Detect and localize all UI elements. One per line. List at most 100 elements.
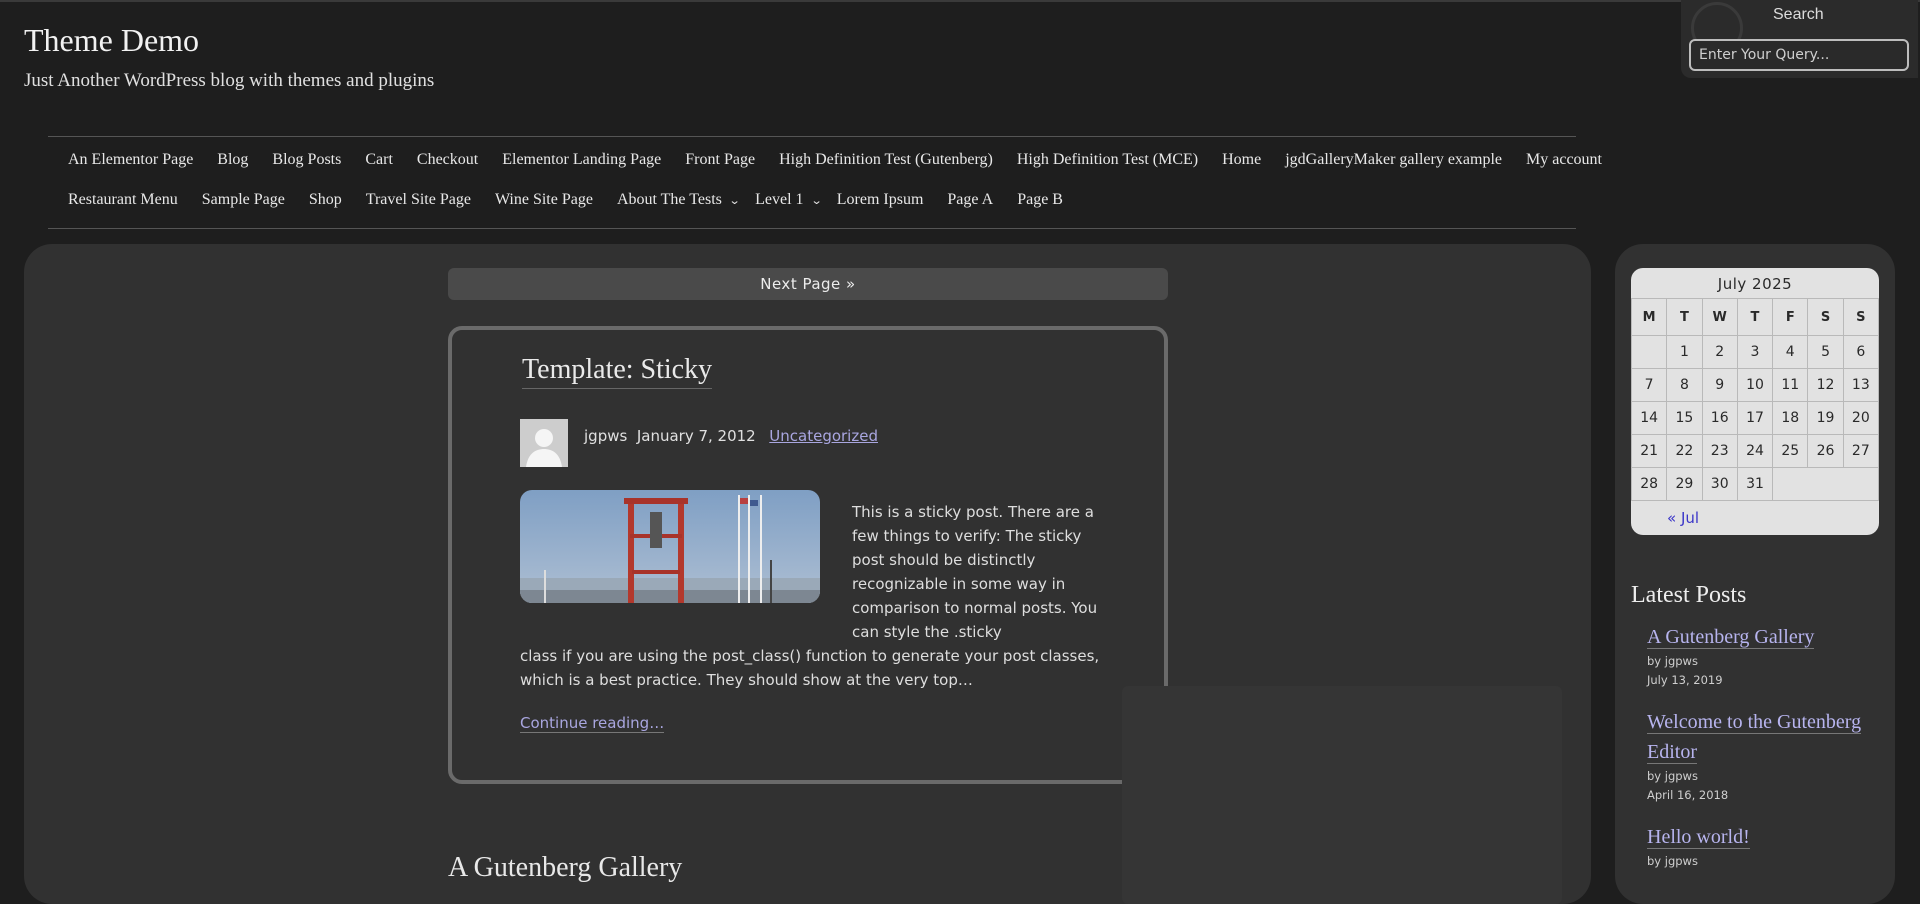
post-author[interactable]: jgpws bbox=[584, 427, 627, 445]
calendar-day: 3 bbox=[1736, 335, 1774, 369]
main-content: Next Page » Template: Sticky jgpws Janua… bbox=[24, 244, 1591, 904]
calendar-day: 14 bbox=[1631, 401, 1668, 435]
nav-item-front-page[interactable]: Front Page bbox=[685, 151, 755, 169]
calendar-day bbox=[1631, 335, 1668, 369]
nav-item-cart[interactable]: Cart bbox=[365, 151, 393, 169]
nav-item-sample-page[interactable]: Sample Page bbox=[202, 191, 285, 209]
post-excerpt: This is a sticky post. There are a few t… bbox=[852, 503, 1098, 641]
calendar-day: 15 bbox=[1666, 401, 1703, 435]
calendar-day: 29 bbox=[1666, 467, 1703, 501]
calendar-table: M T W T F S S 1 2 3 4 5 6 7 8 9 10 11 12… bbox=[1631, 298, 1879, 501]
nav-item-page-a[interactable]: Page A bbox=[947, 191, 993, 209]
nav-item-checkout[interactable]: Checkout bbox=[417, 151, 478, 169]
weekday-header: F bbox=[1772, 298, 1809, 336]
calendar-day: 25 bbox=[1772, 434, 1809, 468]
weekday-header: S bbox=[1807, 298, 1844, 336]
search-widget: Search bbox=[1681, 0, 1918, 78]
nav-item-lorem-ipsum[interactable]: Lorem Ipsum bbox=[837, 191, 924, 209]
calendar-day: 5 bbox=[1807, 335, 1844, 369]
weekday-header: S bbox=[1842, 298, 1879, 336]
calendar-day: 12 bbox=[1807, 368, 1844, 402]
nav-item-blog-posts[interactable]: Blog Posts bbox=[272, 151, 341, 169]
nav-item-restaurant-menu[interactable]: Restaurant Menu bbox=[68, 191, 178, 209]
calendar-day: 31 bbox=[1736, 467, 1774, 501]
next-page-button[interactable]: Next Page » bbox=[448, 268, 1168, 300]
nav-item-blog[interactable]: Blog bbox=[217, 151, 248, 169]
nav-item-wine-site-page[interactable]: Wine Site Page bbox=[495, 191, 593, 209]
calendar-day: 22 bbox=[1666, 434, 1703, 468]
nav-item-elementor-page[interactable]: An Elementor Page bbox=[68, 151, 193, 169]
latest-post-link[interactable]: A Gutenberg Gallery bbox=[1647, 622, 1867, 652]
calendar-widget: July 2025 M T W T F S S 1 2 3 4 5 6 7 8 … bbox=[1631, 268, 1879, 535]
calendar-caption: July 2025 bbox=[1717, 275, 1793, 293]
calendar-day: 28 bbox=[1631, 467, 1668, 501]
calendar-day: 27 bbox=[1842, 434, 1879, 468]
nav-item-page-b[interactable]: Page B bbox=[1017, 191, 1063, 209]
continue-reading-link[interactable]: Continue reading… bbox=[520, 714, 665, 733]
nav-item-travel-site-page[interactable]: Travel Site Page bbox=[366, 191, 471, 209]
calendar-day: 2 bbox=[1701, 335, 1738, 369]
weekday-header: T bbox=[1736, 298, 1774, 336]
calendar-day: 18 bbox=[1772, 401, 1809, 435]
top-border bbox=[0, 0, 1920, 2]
calendar-day: 4 bbox=[1772, 335, 1809, 369]
author-avatar bbox=[520, 419, 568, 467]
site-title[interactable]: Theme Demo bbox=[24, 22, 199, 59]
latest-post-byline: by jgpws bbox=[1647, 854, 1698, 868]
search-input[interactable] bbox=[1689, 39, 1909, 71]
nav-item-about-the-tests[interactable]: About The Tests bbox=[617, 191, 722, 209]
post-category-link[interactable]: Uncategorized bbox=[769, 427, 878, 445]
chevron-down-icon[interactable]: ⌄ bbox=[810, 194, 822, 207]
calendar-day: 21 bbox=[1631, 434, 1668, 468]
latest-post-item: Hello world! by jgpws bbox=[1647, 822, 1867, 871]
nav-row-2: Restaurant Menu Sample Page Shop Travel … bbox=[68, 191, 1087, 209]
calendar-day: 30 bbox=[1701, 467, 1738, 501]
post-excerpt-continued: class if you are using the post_class() … bbox=[520, 647, 1100, 689]
latest-post-item: Welcome to the Gutenberg Editor by jgpws… bbox=[1647, 707, 1867, 805]
calendar-day: 13 bbox=[1842, 368, 1879, 402]
nav-item-level-1[interactable]: Level 1 bbox=[755, 191, 803, 209]
calendar-day: 23 bbox=[1701, 434, 1738, 468]
latest-post-date: July 13, 2019 bbox=[1647, 673, 1723, 687]
calendar-day: 7 bbox=[1631, 368, 1668, 402]
chevron-down-icon[interactable]: ⌄ bbox=[729, 194, 741, 207]
nav-item-hd-test-gutenberg[interactable]: High Definition Test (Gutenberg) bbox=[779, 151, 993, 169]
nav-row-1: An Elementor Page Blog Blog Posts Cart C… bbox=[68, 151, 1626, 169]
weekday-header: M bbox=[1631, 298, 1668, 336]
weekday-header: W bbox=[1701, 298, 1738, 336]
latest-posts-title: Latest Posts bbox=[1631, 582, 1747, 608]
calendar-day: 10 bbox=[1736, 368, 1774, 402]
post-thumbnail[interactable] bbox=[520, 490, 820, 603]
latest-post-item: A Gutenberg Gallery by jgpws July 13, 20… bbox=[1647, 622, 1867, 690]
post-meta: jgpws January 7, 2012 Uncategorized bbox=[584, 427, 878, 445]
latest-post-link[interactable]: Welcome to the Gutenberg Editor bbox=[1647, 707, 1867, 767]
nav-item-gallery-example[interactable]: jgdGalleryMaker gallery example bbox=[1285, 151, 1502, 169]
sticky-post-card: Template: Sticky jgpws January 7, 2012 U… bbox=[448, 326, 1168, 784]
post-date[interactable]: January 7, 2012 bbox=[637, 427, 756, 445]
weekday-header: T bbox=[1666, 298, 1703, 336]
calendar-day: 20 bbox=[1842, 401, 1879, 435]
calendar-day bbox=[1772, 467, 1879, 501]
latest-post-byline: by jgpws bbox=[1647, 769, 1698, 783]
latest-post-date: April 16, 2018 bbox=[1647, 788, 1729, 802]
nav-item-shop[interactable]: Shop bbox=[309, 191, 342, 209]
calendar-day: 24 bbox=[1736, 434, 1774, 468]
background-image bbox=[1122, 686, 1562, 904]
post-title[interactable]: Template: Sticky bbox=[522, 354, 713, 389]
nav-item-elementor-landing-page[interactable]: Elementor Landing Page bbox=[502, 151, 661, 169]
nav-item-home[interactable]: Home bbox=[1222, 151, 1261, 169]
calendar-day: 6 bbox=[1842, 335, 1879, 369]
next-post-title[interactable]: A Gutenberg Gallery bbox=[448, 852, 682, 884]
search-label: Search bbox=[1773, 6, 1824, 23]
calendar-day: 16 bbox=[1701, 401, 1738, 435]
calendar-day: 8 bbox=[1666, 368, 1703, 402]
calendar-day: 17 bbox=[1736, 401, 1774, 435]
latest-post-link[interactable]: Hello world! bbox=[1647, 822, 1867, 852]
sidebar: July 2025 M T W T F S S 1 2 3 4 5 6 7 8 … bbox=[1615, 244, 1895, 904]
nav-item-hd-test-mce[interactable]: High Definition Test (MCE) bbox=[1017, 151, 1198, 169]
calendar-prev-month-link[interactable]: « Jul bbox=[1631, 501, 1879, 535]
calendar-day: 9 bbox=[1701, 368, 1738, 402]
nav-item-my-account[interactable]: My account bbox=[1526, 151, 1602, 169]
site-tagline: Just Another WordPress blog with themes … bbox=[24, 70, 435, 91]
main-navigation: An Elementor Page Blog Blog Posts Cart C… bbox=[48, 136, 1602, 229]
